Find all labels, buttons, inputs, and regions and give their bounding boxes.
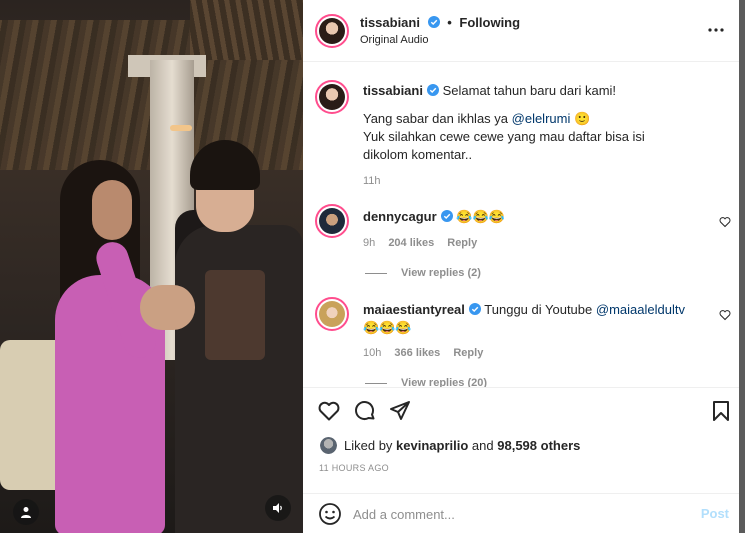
joined-hands — [140, 285, 195, 330]
caption-avatar[interactable] — [315, 80, 349, 114]
verified-badge-icon — [427, 16, 440, 28]
mention-link[interactable]: @elelrumi — [512, 111, 571, 126]
liker-username[interactable]: kevinaprilio — [396, 438, 468, 453]
likes-summary: Liked by kevinaprilio and 98,598 others — [320, 437, 580, 454]
scrollbar-strip[interactable] — [739, 0, 745, 533]
caption-line-2: Yang sabar dan ikhlas ya — [363, 111, 512, 126]
laugh-emojis: 😂😂😂 — [363, 320, 412, 335]
smile-emoji: 🙂 — [573, 111, 591, 126]
more-horizontal-icon[interactable] — [707, 22, 725, 38]
woman-face — [92, 180, 132, 240]
likes-prefix: Liked by — [344, 438, 393, 453]
comment-username[interactable]: dennycagur — [363, 209, 437, 224]
reply-button[interactable]: Reply — [447, 237, 477, 249]
comment-likes[interactable]: 366 likes — [394, 347, 440, 359]
caption-time[interactable]: 11h — [363, 175, 381, 187]
tagged-users-button[interactable] — [13, 499, 39, 525]
verified-badge-icon — [440, 210, 453, 222]
comment-avatar[interactable] — [315, 204, 349, 238]
post-actions: Liked by kevinaprilio and 98,598 others … — [303, 387, 739, 505]
comment-likes[interactable]: 204 likes — [388, 237, 434, 249]
caption-line-3: Yuk silahkan cewe cewe yang mau daftar b… — [363, 129, 645, 162]
comment-input[interactable] — [353, 502, 683, 526]
author-avatar[interactable] — [315, 14, 349, 48]
post-video[interactable] — [0, 0, 303, 533]
post-timestamp[interactable]: 11 HOURS AGO — [319, 463, 389, 473]
verified-badge-icon — [426, 84, 439, 96]
comment-time[interactable]: 10h — [363, 347, 381, 359]
comment-username[interactable]: maiaestiantyreal — [363, 302, 465, 317]
thatched-roof-back — [190, 0, 303, 60]
author-username[interactable]: tissabiani — [360, 15, 420, 30]
audio-label[interactable]: Original Audio — [360, 34, 429, 46]
lamp — [170, 125, 192, 131]
comment-avatar[interactable] — [315, 297, 349, 331]
comment-time[interactable]: 9h — [363, 237, 375, 249]
likes-middle: and — [471, 438, 494, 453]
mention-link[interactable]: @maiaaleldultv — [596, 302, 685, 317]
heart-icon[interactable] — [317, 399, 341, 423]
bookmark-icon[interactable] — [709, 399, 733, 423]
comment-text: 😂😂😂 — [456, 209, 505, 224]
post-panel: tissabiani • Following Original Audio ti… — [303, 0, 739, 533]
comment-text: Tunggu di Youtube — [484, 302, 596, 317]
liker-avatar[interactable] — [320, 437, 337, 454]
mute-button[interactable] — [265, 495, 291, 521]
post-header: tissabiani • Following Original Audio — [303, 0, 739, 62]
user-icon — [21, 507, 31, 518]
view-replies-button[interactable]: View replies (2) — [365, 267, 481, 279]
speaker-icon — [273, 503, 282, 513]
separator-dot: • — [447, 15, 452, 30]
likes-count[interactable]: 98,598 others — [497, 438, 580, 453]
share-icon[interactable] — [388, 399, 412, 423]
verified-badge-icon — [468, 303, 481, 315]
following-button[interactable]: Following — [459, 15, 520, 30]
shirt-print — [205, 270, 265, 360]
smile-icon[interactable] — [318, 502, 342, 526]
caption-line-1: Selamat tahun baru dari kami! — [442, 83, 617, 98]
caption-username[interactable]: tissabiani — [363, 83, 423, 98]
add-comment-bar: Post — [303, 493, 739, 533]
heart-icon[interactable] — [719, 309, 731, 321]
comments-list[interactable]: tissabiani Selamat tahun baru dari kami!… — [303, 62, 739, 387]
reply-button[interactable]: Reply — [453, 347, 483, 359]
comment-icon[interactable] — [353, 399, 377, 423]
heart-icon[interactable] — [719, 216, 731, 228]
view-replies-button[interactable]: View replies (20) — [365, 377, 487, 387]
post-button[interactable]: Post — [701, 506, 729, 521]
